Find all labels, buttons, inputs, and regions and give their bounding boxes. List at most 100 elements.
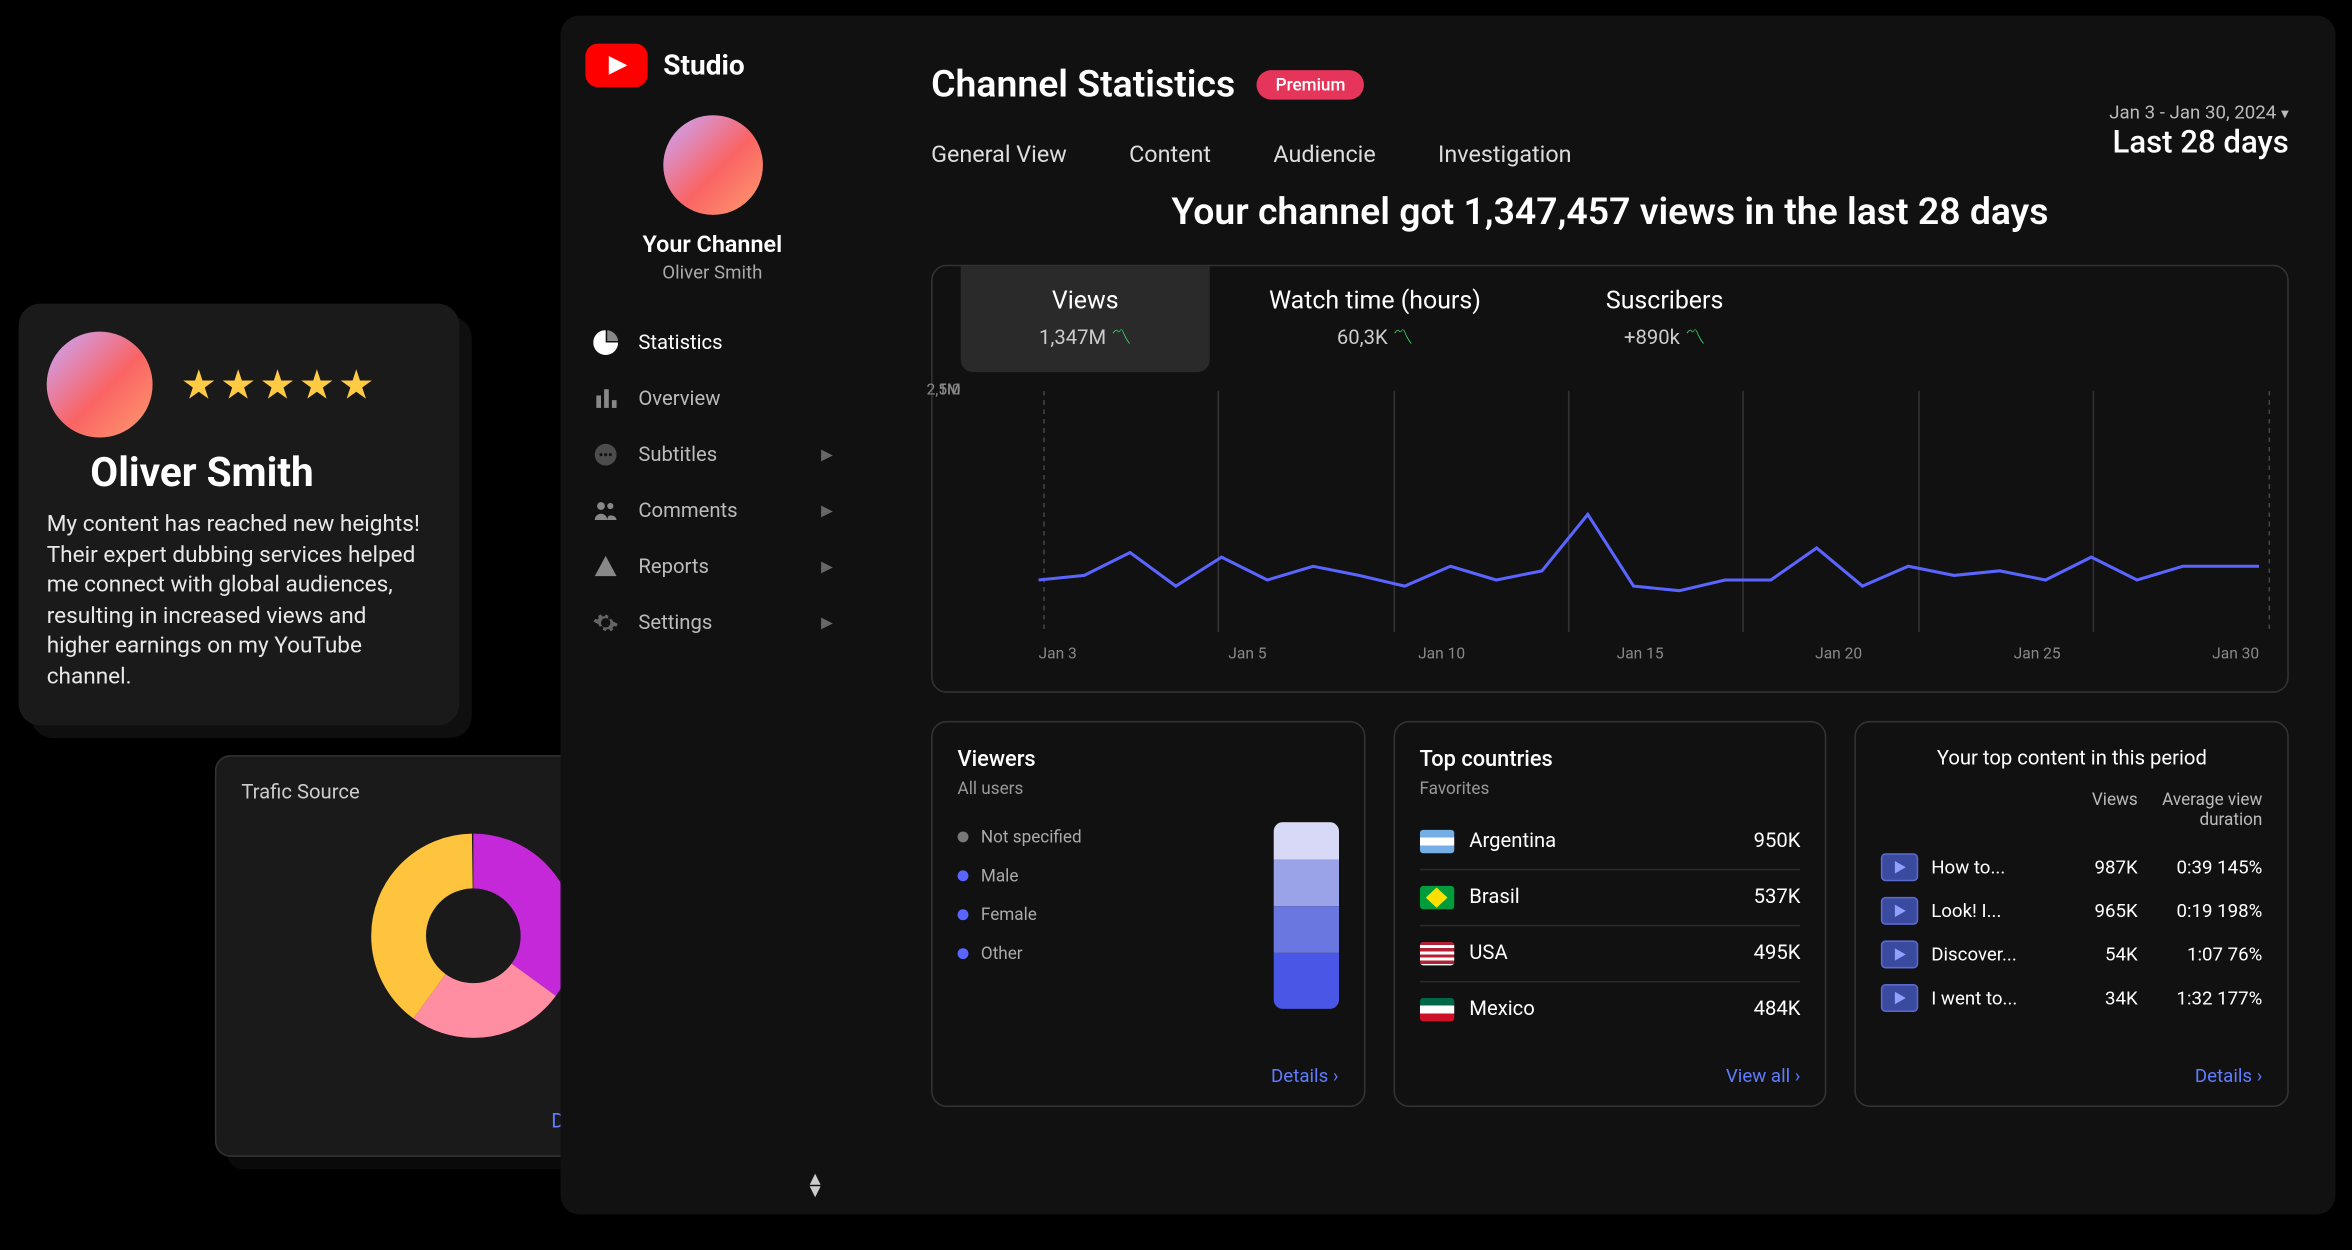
trend-up-icon: 〽 xyxy=(1111,327,1131,350)
country-name: Brasil xyxy=(1469,886,1519,909)
panel-title: Your top content in this period xyxy=(1881,747,2262,770)
sidebar-item-label: Reports xyxy=(638,555,709,578)
chevron-right-icon: ▶ xyxy=(821,502,833,519)
tab-content[interactable]: Content xyxy=(1129,140,1211,168)
sidebar-item-overview[interactable]: Overview xyxy=(585,371,839,427)
profile: Your Channel Oliver Smith xyxy=(585,115,839,283)
sidebar-item-label: Settings xyxy=(638,611,712,634)
line-path xyxy=(1039,391,2260,627)
legend-dot xyxy=(958,831,969,842)
video-thumb-icon xyxy=(1881,984,1918,1012)
line-chart: 5M 2,5M 1M 0 xyxy=(961,391,2260,663)
tabs: General View Content Audiencie Investiga… xyxy=(931,140,2289,168)
testimonial-body: My content has reached new heights! Thei… xyxy=(47,509,432,692)
xtick: Jan 10 xyxy=(1418,646,1465,663)
content-row: Look! I...965K0:19 198% xyxy=(1881,889,2262,933)
sidebar-item-comments[interactable]: Comments ▶ xyxy=(585,483,839,539)
ytick: 0 xyxy=(952,382,961,399)
content-name: How to... xyxy=(1931,856,2044,878)
country-name: Mexico xyxy=(1469,998,1535,1021)
country-value: 495K xyxy=(1754,942,1801,965)
play-icon xyxy=(585,44,647,88)
content-avg: 1:32 177% xyxy=(2138,987,2263,1009)
date-range-label: Last 28 days xyxy=(2109,123,2289,160)
content-name: Discover... xyxy=(1931,944,2044,966)
col-avg: Average view duration xyxy=(2138,789,2263,829)
flag-icon xyxy=(1419,942,1453,965)
metric-subscribers[interactable]: Suscribers +890k 〽 xyxy=(1540,266,1789,372)
xtick: Jan 15 xyxy=(1617,646,1664,663)
pie-icon xyxy=(592,329,620,357)
panel-subtitle: All users xyxy=(958,779,1339,799)
topcontent-details-link[interactable]: Details xyxy=(2195,1065,2262,1087)
content-views: 34K xyxy=(2044,987,2137,1009)
trend-up-icon: 〽 xyxy=(1393,327,1413,350)
avatar xyxy=(47,332,153,438)
chevron-right-icon: ▶ xyxy=(821,614,833,631)
chevron-down-icon: ▾ xyxy=(2281,106,2289,123)
date-range-picker[interactable]: Jan 3 - Jan 30, 2024 ▾ Last 28 days xyxy=(2109,101,2289,160)
trend-up-icon: 〽 xyxy=(1685,327,1705,350)
country-row: Argentina 950K xyxy=(1419,814,1800,870)
premium-badge: Premium xyxy=(1257,69,1364,99)
resize-handle-icon[interactable]: ▴▾ xyxy=(810,1172,821,1197)
country-name: Argentina xyxy=(1469,830,1556,853)
country-value: 484K xyxy=(1754,998,1801,1021)
content-views: 965K xyxy=(2044,900,2137,922)
testimonial-card: ★★★★★ Oliver Smith My content has reache… xyxy=(19,304,460,727)
viewers-card: Viewers All users Not specified Male Fem… xyxy=(931,721,1365,1107)
metric-label: Views xyxy=(1007,285,1163,315)
avatar xyxy=(663,115,763,215)
chevron-right-icon: ▶ xyxy=(821,446,833,463)
content-row: How to...987K0:39 145% xyxy=(1881,845,2262,889)
sidebar-item-settings[interactable]: Settings ▶ xyxy=(585,595,839,651)
panel-title: Viewers xyxy=(958,747,1339,772)
content-name: Look! I... xyxy=(1931,900,2044,922)
sidebar-item-reports[interactable]: Reports ▶ xyxy=(585,539,839,595)
studio-app: Studio Your Channel Oliver Smith Statist… xyxy=(561,16,2336,1215)
metric-label: Suscribers xyxy=(1587,285,1743,315)
video-thumb-icon xyxy=(1881,940,1918,968)
metric-value: 60,3K xyxy=(1337,327,1388,350)
metric-views[interactable]: Views 1,347M 〽 xyxy=(961,266,1210,372)
col-views: Views xyxy=(2044,789,2137,829)
page-title: Channel Statistics xyxy=(931,62,1235,106)
testimonial-name: Oliver Smith xyxy=(90,450,431,497)
sidebar-item-label: Subtitles xyxy=(638,443,717,466)
metric-value: +890k xyxy=(1624,327,1680,350)
metric-value: 1,347M xyxy=(1039,327,1106,350)
bars-icon xyxy=(592,385,620,413)
sidebar-item-subtitles[interactable]: Subtitles ▶ xyxy=(585,427,839,483)
metric-watchtime[interactable]: Watch time (hours) 60,3K 〽 xyxy=(1222,266,1527,372)
flag-icon xyxy=(1419,886,1453,909)
country-row: Brasil 537K xyxy=(1419,870,1800,926)
dots-icon xyxy=(592,441,620,469)
legend-label: Not specified xyxy=(981,827,1082,847)
tab-investigation[interactable]: Investigation xyxy=(1438,140,1572,168)
people-icon xyxy=(592,497,620,525)
xtick: Jan 25 xyxy=(2014,646,2061,663)
headline: Your channel got 1,347,457 views in the … xyxy=(931,190,2289,234)
xtick: Jan 30 xyxy=(2212,646,2259,663)
top-content-card: Your top content in this period Views Av… xyxy=(1855,721,2289,1107)
video-thumb-icon xyxy=(1881,897,1918,925)
countries-card: Top countries Favorites Argentina 950K B… xyxy=(1393,721,1827,1107)
content-avg: 0:39 145% xyxy=(2138,856,2263,878)
sidebar-item-statistics[interactable]: Statistics xyxy=(585,315,839,371)
sidebar-item-label: Statistics xyxy=(638,331,722,354)
countries-viewall-link[interactable]: View all xyxy=(1726,1065,1801,1087)
xtick: Jan 3 xyxy=(1039,646,1077,663)
logo: Studio xyxy=(585,44,839,88)
viewers-details-link[interactable]: Details xyxy=(1271,1065,1338,1087)
metric-label: Watch time (hours) xyxy=(1269,285,1481,315)
xtick: Jan 5 xyxy=(1228,646,1266,663)
tab-audience[interactable]: Audiencie xyxy=(1273,140,1375,168)
legend-dot xyxy=(958,909,969,920)
legend-label: Other xyxy=(981,944,1023,964)
xtick: Jan 20 xyxy=(1815,646,1862,663)
flag-icon xyxy=(1419,830,1453,853)
content-row: I went to...34K1:32 177% xyxy=(1881,976,2262,1020)
content-row: Discover...54K1:07 76% xyxy=(1881,933,2262,977)
chevron-right-icon: ▶ xyxy=(821,558,833,575)
tab-general[interactable]: General View xyxy=(931,140,1067,168)
